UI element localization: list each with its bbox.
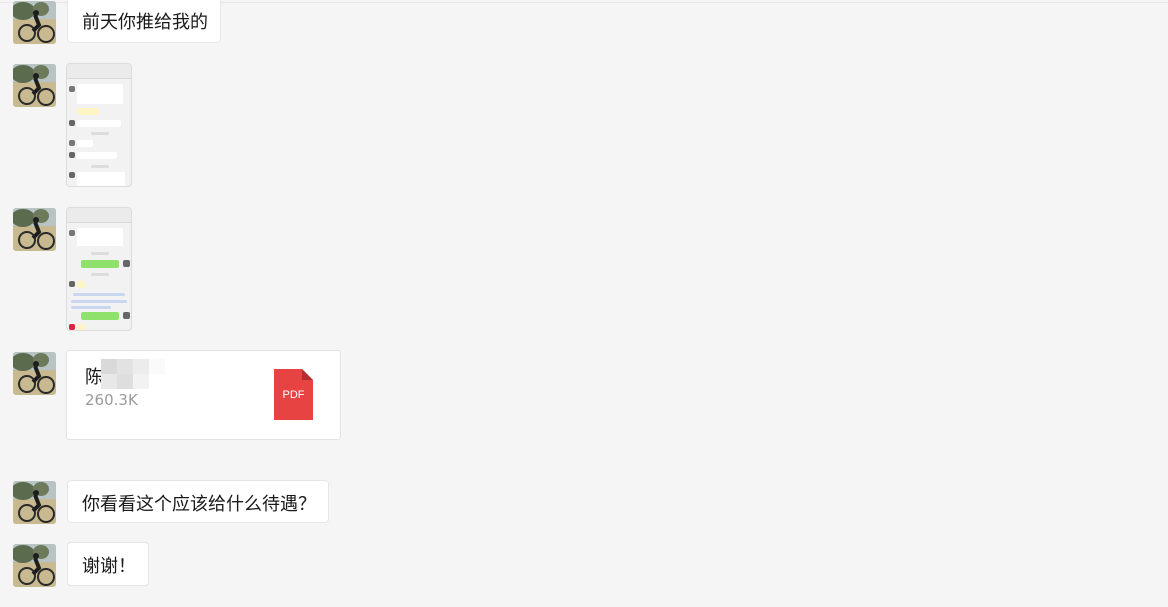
message-text: 你看看这个应该给什么待遇？: [82, 494, 316, 515]
avatar[interactable]: [13, 1, 56, 44]
avatar[interactable]: [13, 64, 56, 107]
message-bubble[interactable]: 前天你推给我的: [67, 0, 221, 43]
avatar[interactable]: [13, 481, 56, 524]
message-text: 前天你推给我的: [82, 12, 208, 33]
pdf-file-icon: PDF: [274, 369, 313, 420]
message-bubble[interactable]: 谢谢！: [67, 542, 149, 586]
chat-window: 前天你推给我的 陈 260.3K PDF 你看看这个应该给什么待遇？ 谢谢！: [0, 0, 1168, 607]
avatar[interactable]: [13, 544, 56, 587]
pdf-badge: PDF: [282, 389, 305, 401]
image-message[interactable]: [66, 207, 132, 331]
file-size: 260.3K: [85, 391, 138, 409]
message-text: 谢谢！: [82, 556, 136, 577]
file-message[interactable]: 陈 260.3K PDF: [66, 350, 341, 440]
avatar[interactable]: [13, 208, 56, 251]
avatar[interactable]: [13, 352, 56, 395]
message-bubble[interactable]: 你看看这个应该给什么待遇？: [67, 480, 329, 523]
redacted-mosaic: [101, 359, 167, 389]
image-message[interactable]: [66, 63, 132, 187]
